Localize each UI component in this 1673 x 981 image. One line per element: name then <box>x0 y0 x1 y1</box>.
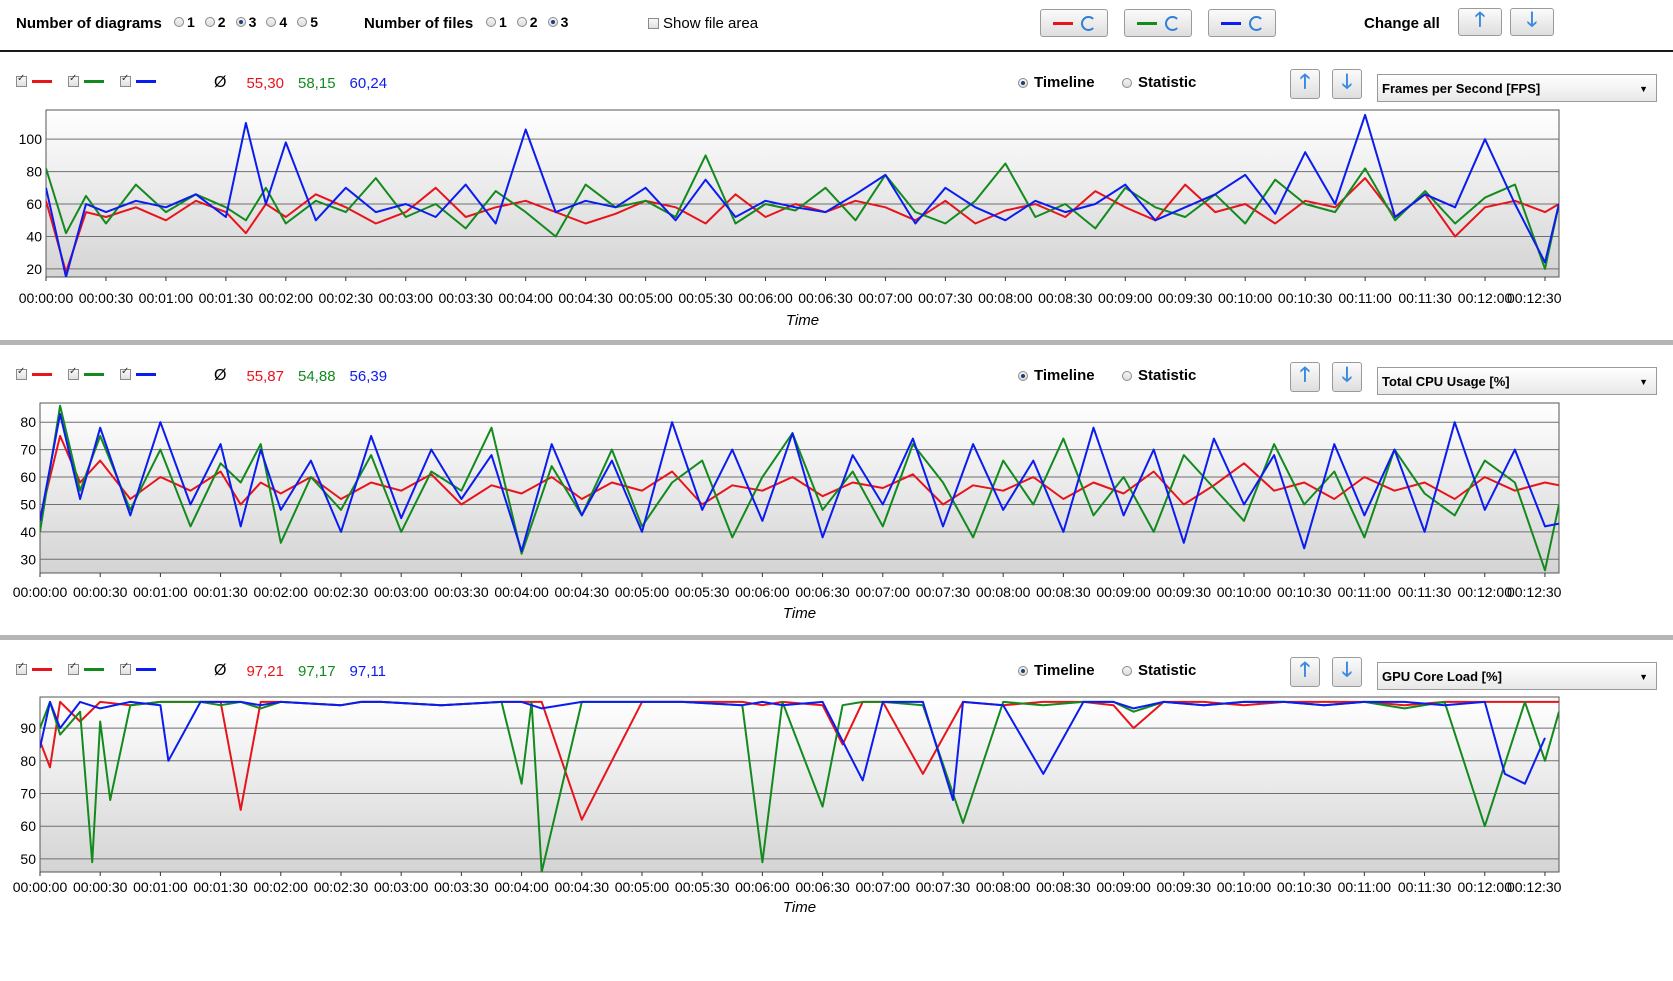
x-tick-label: 00:12:00 <box>1458 879 1513 895</box>
y-tick-label: 60 <box>20 818 36 834</box>
x-tick-label: 00:06:00 <box>735 879 790 895</box>
x-tick-label: 00:10:00 <box>1217 879 1272 895</box>
chart-3: 50 60 70 80 90 00:00:00 00:00:30 00:01:00 00:01:… <box>13 696 1562 916</box>
x-tick-label: 00:10:30 <box>1277 879 1332 895</box>
x-tick-label: 00:00:00 <box>13 879 68 895</box>
y-tick-label: 80 <box>20 753 36 769</box>
y-tick-label: 70 <box>20 785 36 801</box>
x-tick-label: 00:05:00 <box>615 879 670 895</box>
x-tick-label: 00:07:30 <box>916 879 971 895</box>
x-tick-label: 00:12:30 <box>1507 879 1562 895</box>
x-tick-label: 00:09:30 <box>1157 879 1212 895</box>
x-tick-label: 00:02:00 <box>254 879 309 895</box>
x-tick-label: 00:08:00 <box>976 879 1031 895</box>
x-tick-label: 00:03:30 <box>434 879 489 895</box>
x-tick-label: 00:01:30 <box>193 879 248 895</box>
x-tick-label: 00:01:00 <box>133 879 188 895</box>
x-tick-label: 00:09:00 <box>1096 879 1151 895</box>
x-tick-label: 00:11:00 <box>1338 879 1392 895</box>
plot-area <box>39 696 1560 873</box>
x-tick-label: 00:04:00 <box>494 879 549 895</box>
x-tick-label: 00:06:30 <box>795 879 850 895</box>
y-tick-label: 90 <box>20 720 36 736</box>
x-tick-label: 00:03:00 <box>374 879 429 895</box>
y-tick-label: 50 <box>20 851 36 867</box>
x-tick-label: 00:02:30 <box>314 879 369 895</box>
x-tick-label: 00:04:30 <box>555 879 610 895</box>
x-tick-label: 00:05:30 <box>675 879 730 895</box>
x-axis-title: Time <box>783 899 816 916</box>
x-tick-label: 00:11:30 <box>1398 879 1452 895</box>
x-tick-label: 00:00:30 <box>73 879 128 895</box>
x-tick-label: 00:07:00 <box>856 879 911 895</box>
x-tick-label: 00:08:30 <box>1036 879 1091 895</box>
